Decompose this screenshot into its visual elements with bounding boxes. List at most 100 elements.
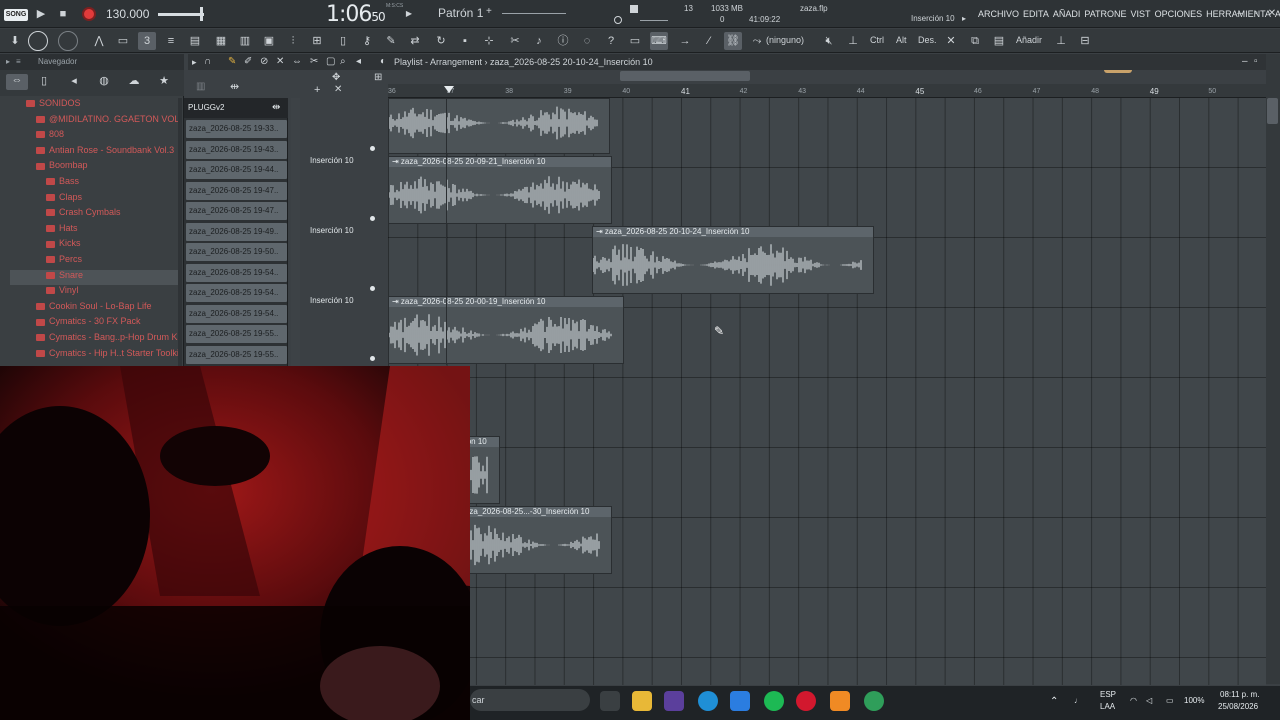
track-dot[interactable] — [370, 146, 375, 151]
remove-track-icon[interactable]: ✕ — [334, 84, 342, 95]
pattern-selector[interactable]: Patrón 1 — [438, 6, 483, 20]
browser-item[interactable]: @MIDILATINO. GGAETON VOL. 1 — [10, 114, 178, 129]
master-knob[interactable] — [28, 31, 48, 51]
track-name[interactable]: Inserción 10 — [310, 156, 354, 165]
help-icon[interactable]: ? — [602, 32, 620, 50]
playlist-arrow-icon[interactable]: ▸ — [192, 57, 197, 68]
ctrl-button[interactable]: Ctrl — [870, 35, 884, 45]
cloud-icon[interactable]: ☁ — [126, 74, 142, 90]
playlist-restore-icon[interactable]: ▫ — [1254, 56, 1258, 67]
mute-tool-icon[interactable]: ✕ — [276, 56, 284, 67]
picker-item[interactable]: zaza_2026-08-25 19-55.. — [186, 345, 287, 364]
paint-icon[interactable]: ✐ — [244, 56, 252, 67]
record-button[interactable] — [82, 7, 96, 21]
picker-icon-1[interactable]: ▥ — [196, 81, 205, 92]
picker-icon-2[interactable]: ⇹ — [230, 80, 239, 93]
browser-item[interactable]: Cookin Soul - Lo-Bap Life — [10, 301, 178, 316]
delete-icon[interactable]: ⊘ — [260, 56, 268, 67]
spotify-icon[interactable] — [764, 691, 784, 711]
playlist-vertical-scrollbar[interactable] — [1266, 54, 1280, 684]
wifi-icon[interactable]: ◠ — [1130, 696, 1137, 705]
move-icon[interactable]: ✥ — [332, 72, 340, 83]
menu-opciones[interactable]: OPCIONES — [1155, 9, 1203, 19]
layout-indicator[interactable]: LAA — [1100, 702, 1115, 711]
browser-item[interactable]: Snare — [10, 269, 178, 285]
browser-item[interactable]: Vinyl — [10, 285, 178, 300]
tool-icon-2[interactable]: ▭ — [114, 32, 132, 50]
menu-vista[interactable]: VIST — [1131, 9, 1151, 19]
pitch-knob[interactable] — [58, 31, 78, 51]
audio-clip[interactable]: ⇥ zaza_2026-08-25...-30_Inserción 10 — [448, 506, 612, 574]
mute-icon[interactable]: 🔇︎ — [820, 32, 838, 50]
browser-item[interactable]: Claps — [10, 192, 178, 207]
slice-icon[interactable]: ✂ — [310, 56, 318, 67]
timeline-ruler[interactable]: 36 37 38 39 40 41 42 43 44 45 46 47 48 49 50 — [388, 84, 1268, 98]
minimize-icon[interactable]: – — [1234, 8, 1246, 20]
picker-expand-icon[interactable]: ⇹ — [272, 102, 280, 113]
track-name[interactable]: Inserción 10 — [310, 226, 354, 235]
playhead-marker[interactable] — [444, 86, 454, 93]
tool-icon-9[interactable]: ⤳ — [748, 32, 766, 50]
playlist-horizontal-scrollbar[interactable] — [620, 71, 750, 81]
audio-clip[interactable] — [388, 98, 610, 154]
browser-item[interactable]: Antian Rose - Soundbank Vol.3 — [10, 145, 178, 160]
tool-icon-6[interactable]: ⇄ — [406, 32, 424, 50]
audio-clip[interactable]: ⇥ zaza_2026-08-25 20-00-19_Inserción 10 — [388, 296, 624, 364]
maximize-icon[interactable]: ▫ — [1250, 8, 1262, 20]
cut-icon[interactable]: ✕ — [942, 32, 960, 50]
close-icon[interactable]: ✕ — [1266, 8, 1278, 20]
magnet-icon[interactable]: ∩ — [204, 56, 211, 67]
none-label[interactable]: (ninguno) — [766, 35, 804, 45]
battery-icon[interactable]: ▭ — [1166, 696, 1174, 705]
channel-rack-icon[interactable]: ▣ — [260, 32, 278, 50]
picker-scrollbar[interactable] — [291, 98, 300, 366]
browser-arrow-icon[interactable]: ▸ — [6, 57, 10, 66]
tool-icon-5[interactable]: ✎ — [382, 32, 400, 50]
volume-icon[interactable]: ◁ — [1146, 696, 1152, 705]
audio-clip[interactable]: ⇥ zaza_2026-08-25 20-10-24_Inserción 10 — [592, 226, 874, 294]
pencil-icon[interactable]: ✎ — [228, 56, 236, 67]
picker-item[interactable]: zaza_2026-08-25 19-43.. — [186, 140, 287, 159]
browser-item[interactable]: Crash Cymbals — [10, 207, 178, 222]
star-icon[interactable]: ★ — [156, 74, 172, 90]
browser-item[interactable]: SONIDOS — [10, 98, 178, 113]
snipping-icon[interactable] — [664, 691, 684, 711]
tool-icon-4[interactable]: ▤ — [186, 32, 204, 50]
info-icon[interactable]: ⓘ — [554, 32, 572, 50]
browser-icon[interactable]: ▯ — [334, 32, 352, 50]
clock-time[interactable]: 08:11 p. m. — [1220, 690, 1259, 699]
keyboard-icon[interactable]: ⌨ — [650, 32, 668, 50]
copy-icon[interactable]: ⧉ — [966, 32, 984, 50]
master-volume-handle[interactable] — [200, 7, 203, 21]
menu-patrones[interactable]: PATRONE — [1084, 9, 1126, 19]
tool-icon-10[interactable]: ⊥ — [1052, 32, 1070, 50]
browser-menu-icon[interactable]: ≡ — [16, 57, 21, 66]
picker-item[interactable]: zaza_2026-08-25 19-54.. — [186, 263, 287, 282]
browser-item[interactable]: Cymatics - 30 FX Pack — [10, 316, 178, 331]
share-icon[interactable]: ◂ — [66, 74, 82, 90]
taskbar-search[interactable]: car — [470, 689, 590, 711]
browser-item[interactable]: Bass — [10, 176, 178, 191]
undo-button[interactable]: Des. — [918, 35, 937, 45]
collapse-icon[interactable]: ⇔ — [6, 74, 28, 90]
scissors-icon[interactable]: ✂ — [506, 32, 524, 50]
playback-icon[interactable]: ◂ — [356, 56, 361, 67]
browser-item[interactable]: Percs — [10, 254, 178, 269]
browser-item[interactable]: Cymatics - Bang..p-Hop Drum Kit — [10, 332, 178, 347]
picker-item[interactable]: zaza_2026-08-25 19-44.. — [186, 161, 287, 179]
picker-item[interactable]: zaza_2026-08-25 19-54.. — [186, 304, 287, 323]
play-button[interactable]: ▶ — [34, 7, 48, 21]
menu-anadir[interactable]: AÑADI — [1053, 9, 1081, 19]
track-name[interactable]: Inserción 10 — [310, 296, 354, 305]
brush-icon[interactable]: ⁄ — [700, 32, 718, 50]
mic-tray-icon[interactable]: ♩ — [1074, 696, 1082, 705]
menu-edita[interactable]: EDITA — [1023, 9, 1049, 19]
plugin-icon[interactable]: ⊞ — [308, 32, 326, 50]
pattern-add-icon[interactable]: + — [486, 6, 492, 17]
grid-icon[interactable]: ⊞ — [374, 72, 382, 83]
browser-item[interactable]: Hats — [10, 223, 178, 238]
picker-item[interactable]: zaza_2026-08-25 19-55.. — [186, 325, 287, 343]
file-explorer-icon[interactable] — [632, 691, 652, 711]
add-track-icon[interactable]: + — [314, 84, 320, 96]
link-icon[interactable]: ⛓ — [724, 32, 742, 50]
